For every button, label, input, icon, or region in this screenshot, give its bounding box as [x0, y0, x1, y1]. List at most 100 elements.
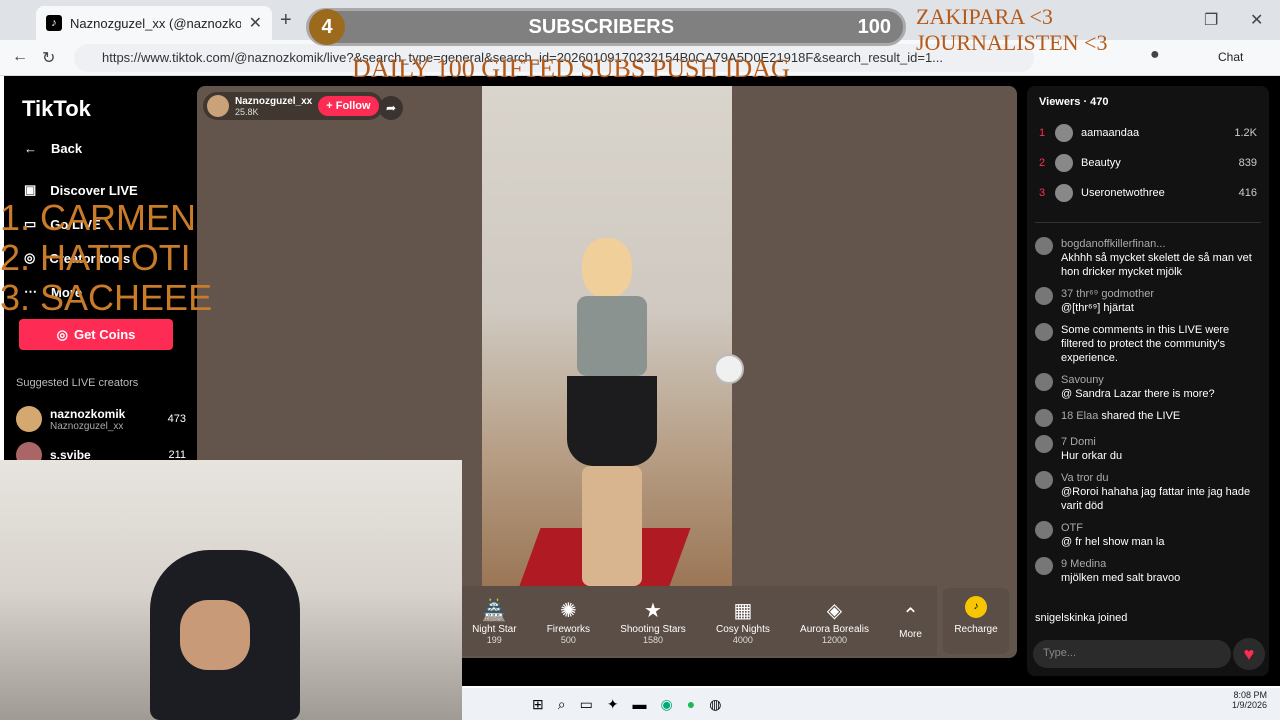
chat-message[interactable]: OTF @ fr hel show man la	[1027, 517, 1269, 553]
creator-count: 473	[167, 413, 186, 425]
restore-icon[interactable]: ❐	[1204, 10, 1218, 30]
wall-clock	[714, 354, 744, 384]
host-name[interactable]: Naznozguzel_xx	[235, 96, 312, 107]
avatar	[1035, 287, 1053, 305]
profile-icon[interactable]: ●	[1150, 46, 1160, 64]
back-icon[interactable]: ←	[12, 48, 28, 66]
chat-button[interactable]: Chat	[1218, 50, 1243, 64]
avatar	[1035, 471, 1053, 489]
gift-item[interactable]: ★ Shooting Stars 1580	[620, 598, 686, 645]
chat-messages: bogdanoffkillerfinan... Akhhh så mycket s…	[1027, 233, 1269, 589]
avatar	[1035, 373, 1053, 391]
cosy-nights-icon: ▦	[733, 599, 753, 622]
streamer-head	[582, 238, 632, 298]
chat-panel: Viewers · 470 1 aamaandaa 1.2K 2 Beautyy 839…	[1027, 86, 1269, 676]
taskbar: ⊞ ⌕ ▭ ✦ ▬ ◉ ● ◍	[462, 688, 1280, 720]
gift-item[interactable]: ◈ Aurora Borealis 12000	[800, 598, 869, 645]
rank-list: 1. CARMEN 2. HATTOTI 3. SACHEEE	[0, 198, 212, 318]
subscribers-label: SUBSCRIBERS	[528, 15, 675, 38]
taskview-icon[interactable]: ▭	[580, 696, 593, 713]
host-avatar[interactable]	[207, 95, 229, 117]
fireworks-icon: ✺	[559, 599, 577, 622]
gift-item[interactable]: ✺ Fireworks 500	[547, 598, 590, 645]
search-icon[interactable]: ⌕	[558, 696, 566, 713]
overlay-credit-1: ZAKIPARA <3	[916, 4, 1053, 29]
viewer-row[interactable]: 1 aamaandaa 1.2K	[1027, 118, 1269, 148]
viewers-title[interactable]: Viewers · 470	[1027, 86, 1269, 118]
tiktok-icon	[1035, 323, 1053, 341]
heart-icon[interactable]: ♥	[1233, 638, 1265, 670]
aurora-borealis-icon: ◈	[826, 599, 843, 622]
streamer-face	[180, 600, 250, 670]
system-clock[interactable]: 8:08 PM 1/9/2026	[1232, 690, 1267, 710]
tiktok-logo[interactable]: TikTok	[22, 96, 91, 122]
spotify-icon[interactable]: ●	[687, 696, 695, 712]
gift-item[interactable]: ▦ Cosy Nights 4000	[716, 598, 770, 645]
live-icon: ▣	[24, 182, 37, 197]
share-icon[interactable]: ➦	[379, 96, 403, 120]
video-frame	[482, 86, 744, 586]
streamer-top	[577, 296, 647, 376]
chat-message: Some comments in this LIVE were filtered…	[1027, 319, 1269, 369]
copilot-icon[interactable]: ✦	[607, 696, 619, 713]
avatar	[1035, 557, 1053, 575]
close-tab-icon[interactable]: ✕	[249, 13, 262, 33]
new-tab-icon[interactable]: +	[280, 9, 292, 32]
avatar	[1055, 154, 1073, 172]
subscriber-goal-bar: 4 SUBSCRIBERS 100	[306, 8, 906, 46]
creator-handle: Naznozguzel_xx	[50, 420, 124, 432]
folder-icon[interactable]: ▬	[633, 696, 647, 712]
chat-message[interactable]: Va tror du @Roroi hahaha jag fattar inte …	[1027, 467, 1269, 517]
follow-button[interactable]: + Follow	[318, 96, 379, 116]
gift-bar: 🏯 Night Star 199 ✺ Fireworks 500 ★ Shooting S…	[457, 586, 937, 656]
host-likes: 25.8K	[235, 106, 259, 117]
avatar	[16, 406, 42, 432]
avatar	[1055, 184, 1073, 202]
streamer-legs	[582, 466, 642, 586]
host-info: Naznozguzel_xx 25.8K + Follow	[203, 92, 383, 120]
chat-message[interactable]: 18 Elaa shared the LIVE	[1027, 405, 1269, 431]
get-coins-button[interactable]: ◎ Get Coins	[19, 319, 173, 350]
night-star-icon: 🏯	[481, 599, 507, 622]
daily-goal-text: DAILY 100 GIFTED SUBS PUSH IDAG	[352, 54, 790, 83]
back-button[interactable]: ← Back	[4, 132, 82, 164]
close-window-icon[interactable]: ✕	[1250, 10, 1263, 30]
avatar	[1035, 237, 1053, 255]
more-gifts-button[interactable]: ⌃ More	[899, 603, 922, 640]
tab-title: Naznozguzel_xx (@naznozkomik	[70, 15, 241, 31]
chat-message[interactable]: bogdanoffkillerfinan... Akhhh så mycket s…	[1027, 233, 1269, 283]
browser-tab[interactable]: ♪ Naznozguzel_xx (@naznozkomik ✕	[36, 6, 272, 40]
refresh-icon[interactable]: ↻	[42, 48, 55, 68]
coin-icon: ◎	[56, 326, 68, 342]
chat-message[interactable]: 37 thr⁶⁹ godmother @[thr⁶⁹] hjärtat	[1027, 283, 1269, 319]
avatar	[1055, 124, 1073, 142]
shooting-stars-icon: ★	[644, 599, 662, 622]
sub-count: 4	[309, 9, 345, 45]
avatar	[1035, 435, 1053, 453]
chat-message[interactable]: 9 Medina mjölken med salt bravoo	[1027, 553, 1269, 589]
obs-icon[interactable]: ◍	[709, 696, 721, 713]
creator-name: naznozkomik	[50, 406, 126, 421]
edge-icon[interactable]: ◉	[661, 696, 673, 713]
sub-goal: 100	[857, 15, 891, 38]
arrow-left-icon: ←	[24, 140, 37, 156]
suggested-title: Suggested LIVE creators	[16, 377, 139, 389]
creator-item[interactable]: naznozkomik Naznozguzel_xx 473	[16, 406, 186, 432]
overlay-credit-2: JOURNALISTEN <3	[916, 30, 1108, 55]
webcam-overlay	[0, 460, 462, 720]
chevron-up-icon: ⌃	[902, 604, 919, 627]
rank-item: 1. CARMEN	[0, 197, 197, 238]
chat-input[interactable]: Type...	[1033, 640, 1231, 668]
rank-item: 2. HATTOTI	[0, 237, 191, 278]
chat-message[interactable]: Savouny @ Sandra Lazar there is more?	[1027, 369, 1269, 405]
viewer-row[interactable]: 2 Beautyy 839	[1027, 148, 1269, 178]
chat-message[interactable]: 7 Domi Hur orkar du	[1027, 431, 1269, 467]
divider	[1035, 222, 1261, 223]
tiktok-icon: ♪	[46, 15, 62, 31]
coin-icon: ♪	[965, 596, 987, 618]
join-message: snigelskinka joined	[1035, 612, 1128, 624]
gift-item[interactable]: 🏯 Night Star 199	[472, 598, 516, 645]
windows-icon[interactable]: ⊞	[532, 696, 544, 713]
recharge-button[interactable]: ♪ Recharge	[943, 588, 1009, 654]
viewer-row[interactable]: 3 Useronetwothree 416	[1027, 178, 1269, 208]
